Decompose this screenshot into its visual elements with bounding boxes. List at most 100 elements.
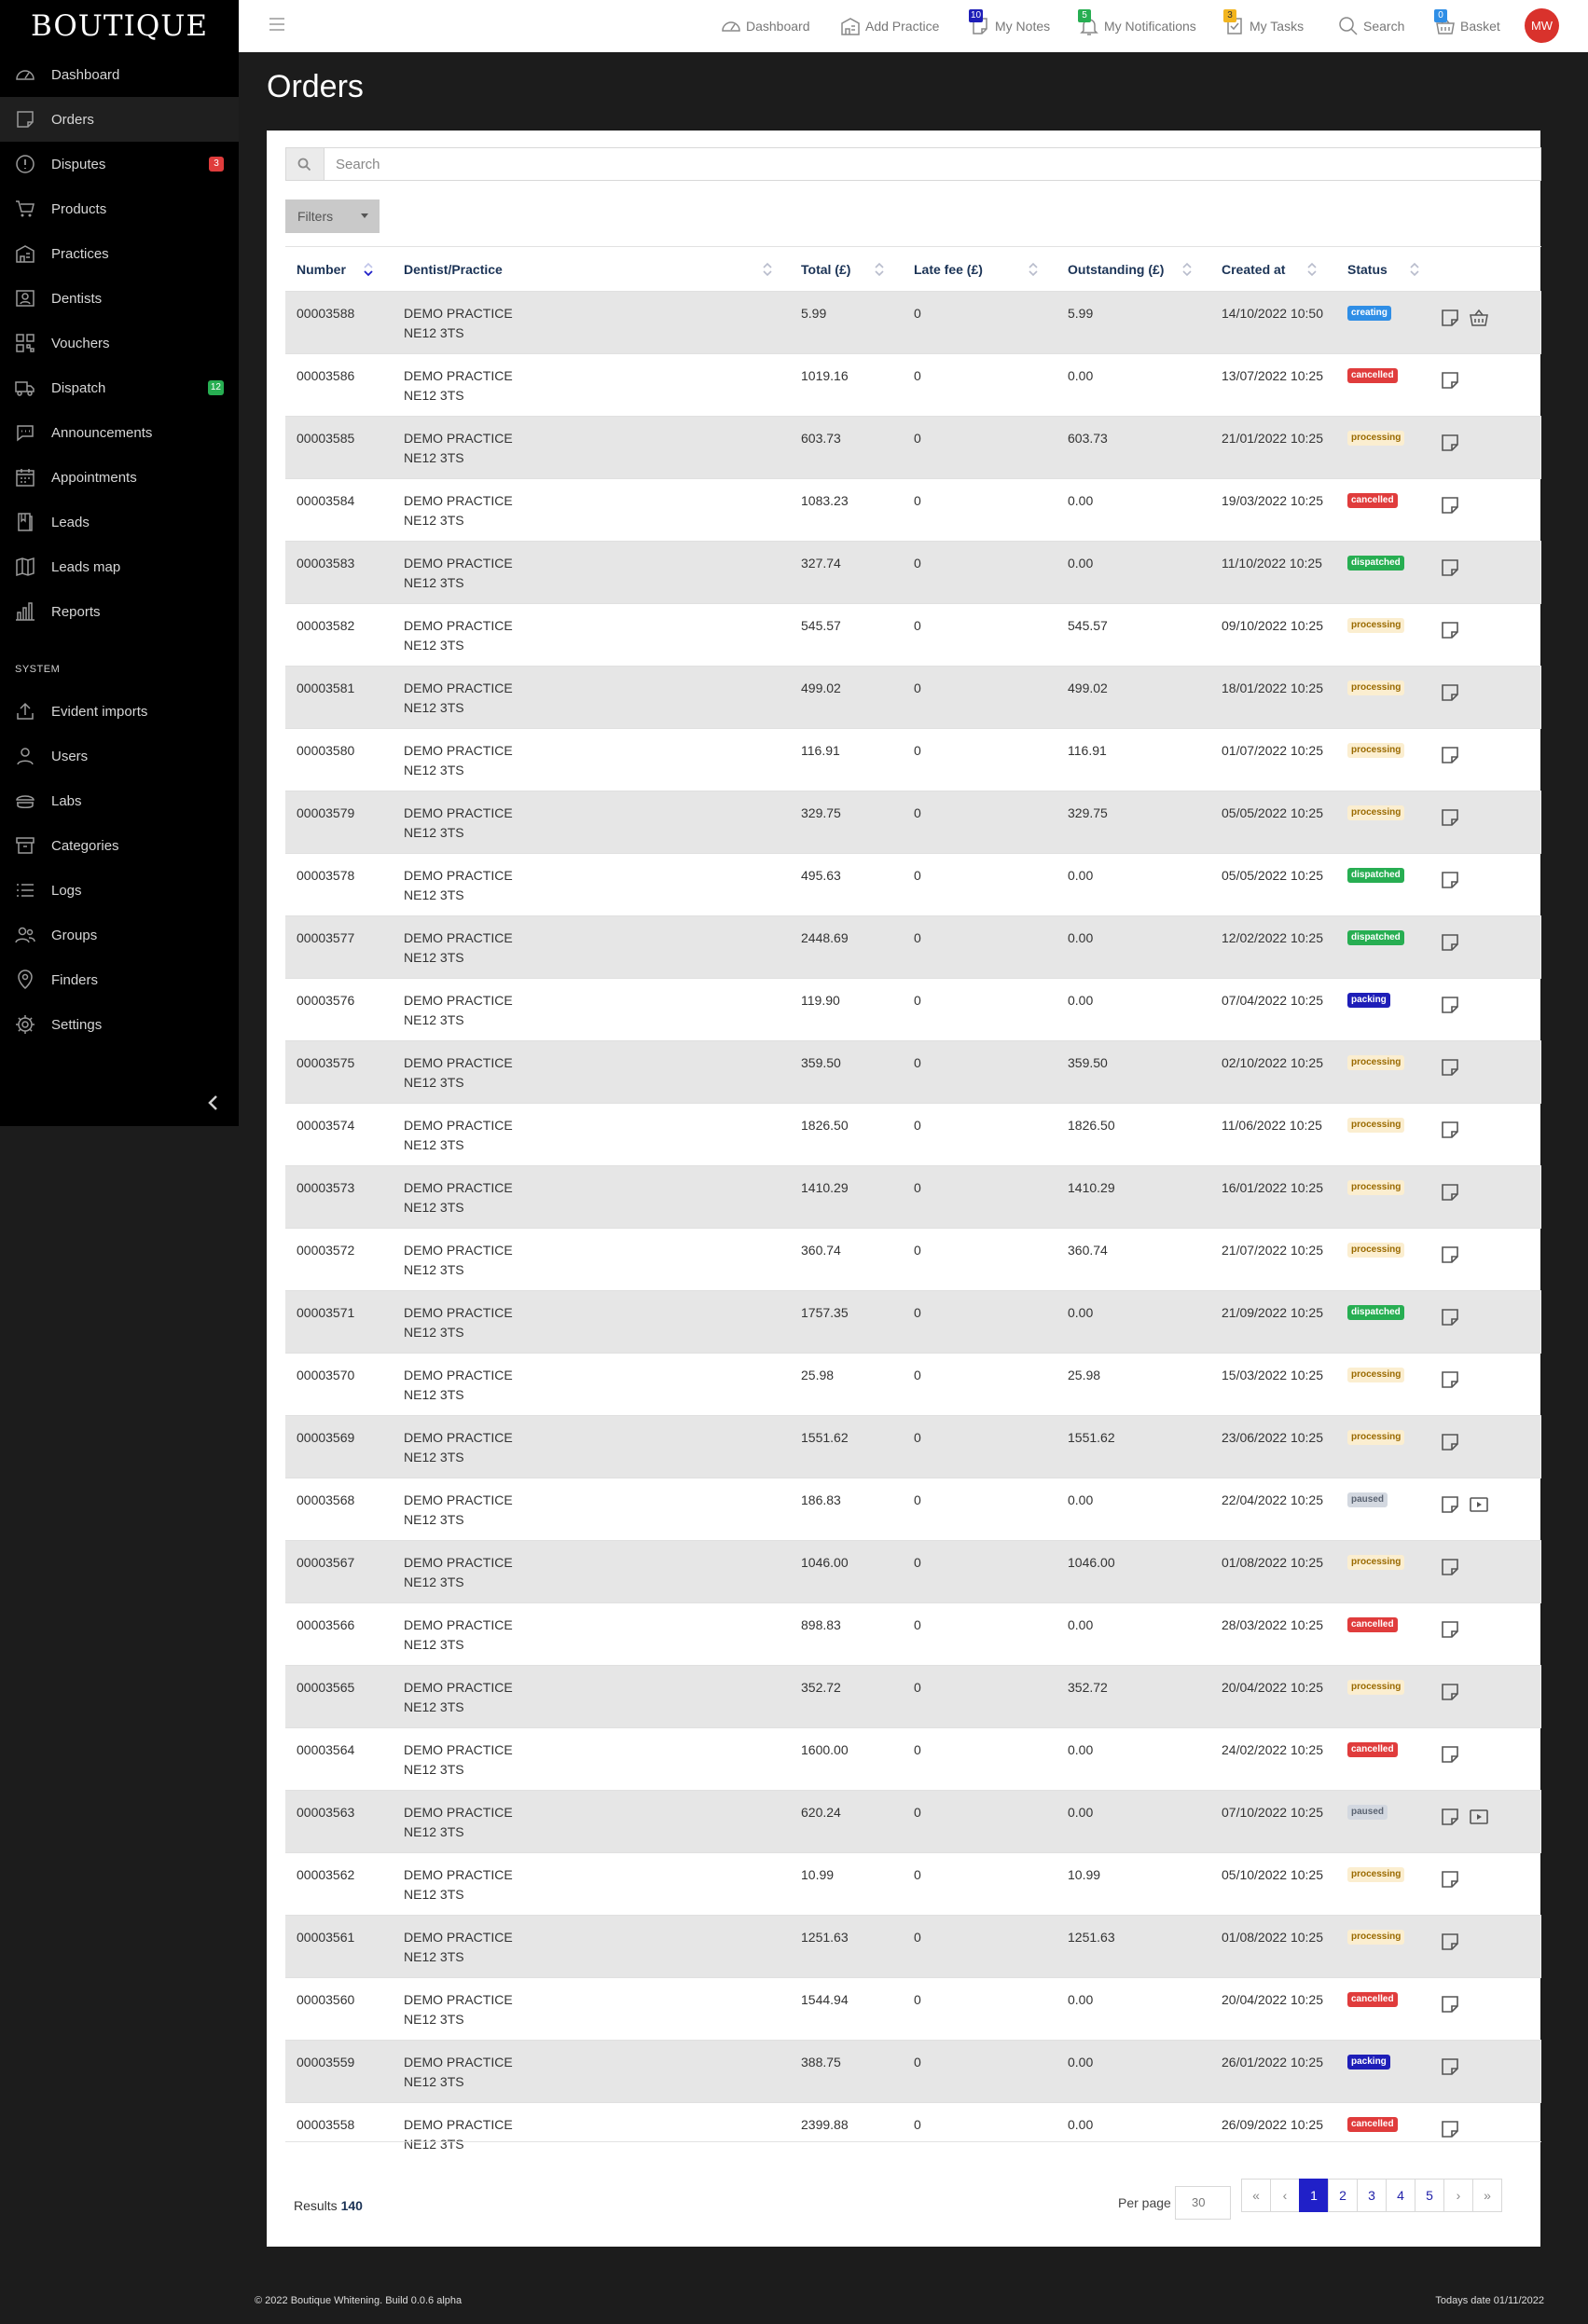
table-row[interactable]: 00003572 DEMO PRACTICE NE12 3TS 360.74 0 360.… xyxy=(285,1228,1541,1290)
table-row[interactable]: 00003571 DEMO PRACTICE NE12 3TS 1757.35 0 0.0… xyxy=(285,1290,1541,1353)
table-row[interactable]: 00003566 DEMO PRACTICE NE12 3TS 898.83 0 0.00… xyxy=(285,1602,1541,1665)
view-order-note-icon[interactable] xyxy=(1440,870,1460,890)
next-page-button[interactable]: › xyxy=(1443,2179,1473,2212)
table-row[interactable]: 00003568 DEMO PRACTICE NE12 3TS 186.83 0 0.00… xyxy=(285,1478,1541,1540)
sort-icon[interactable] xyxy=(873,262,886,277)
sidebar-item-users[interactable]: Users xyxy=(0,734,239,778)
top-my-notes-link[interactable]: My Notes 10 xyxy=(969,0,1050,52)
view-order-note-icon[interactable] xyxy=(1440,495,1460,516)
top-my-tasks-link[interactable]: My Tasks 3 xyxy=(1223,0,1304,52)
first-page-button[interactable]: « xyxy=(1241,2179,1271,2212)
view-order-note-icon[interactable] xyxy=(1440,557,1460,578)
header-total[interactable]: Total (£) xyxy=(801,248,850,291)
sort-icon[interactable] xyxy=(1181,262,1194,277)
sort-icon[interactable] xyxy=(1305,262,1319,277)
sidebar-item-settings[interactable]: Settings xyxy=(0,1002,239,1047)
top-search-link[interactable]: Search xyxy=(1337,0,1404,52)
basket-icon[interactable] xyxy=(1469,308,1489,328)
sort-icon[interactable] xyxy=(761,262,774,277)
header-late-fee[interactable]: Late fee (£) xyxy=(914,248,983,291)
view-order-note-icon[interactable] xyxy=(1440,1682,1460,1702)
view-order-note-icon[interactable] xyxy=(1440,745,1460,765)
table-row[interactable]: 00003562 DEMO PRACTICE NE12 3TS 10.99 0 10.99… xyxy=(285,1852,1541,1915)
view-order-note-icon[interactable] xyxy=(1440,1182,1460,1203)
view-order-note-icon[interactable] xyxy=(1440,1432,1460,1452)
table-row[interactable]: 00003575 DEMO PRACTICE NE12 3TS 359.50 0 359.… xyxy=(285,1040,1541,1103)
filters-button[interactable]: Filters xyxy=(285,199,380,233)
hamburger-menu-icon[interactable] xyxy=(269,18,284,31)
table-row[interactable]: 00003558 DEMO PRACTICE NE12 3TS 2399.88 0 0.0… xyxy=(285,2102,1541,2165)
table-row[interactable]: 00003560 DEMO PRACTICE NE12 3TS 1544.94 0 0.0… xyxy=(285,1977,1541,2040)
view-order-note-icon[interactable] xyxy=(1440,370,1460,391)
view-order-note-icon[interactable] xyxy=(1440,1807,1460,1827)
view-order-note-icon[interactable] xyxy=(1440,1057,1460,1078)
table-row[interactable]: 00003588 DEMO PRACTICE NE12 3TS 5.99 0 5.99 14… xyxy=(285,291,1541,353)
header-dentist-practice[interactable]: Dentist/Practice xyxy=(404,248,503,291)
table-row[interactable]: 00003582 DEMO PRACTICE NE12 3TS 545.57 0 545.… xyxy=(285,603,1541,666)
sidebar-item-vouchers[interactable]: Vouchers xyxy=(0,321,239,365)
top-add-practice-link[interactable]: Add Practice xyxy=(839,0,939,52)
view-order-note-icon[interactable] xyxy=(1440,1994,1460,2015)
page-5-button[interactable]: 5 xyxy=(1415,2179,1444,2212)
view-order-note-icon[interactable] xyxy=(1440,807,1460,828)
view-order-note-icon[interactable] xyxy=(1440,682,1460,703)
view-order-note-icon[interactable] xyxy=(1440,1120,1460,1140)
page-3-button[interactable]: 3 xyxy=(1357,2179,1387,2212)
table-row[interactable]: 00003559 DEMO PRACTICE NE12 3TS 388.75 0 0.00… xyxy=(285,2040,1541,2102)
sidebar-item-logs[interactable]: Logs xyxy=(0,868,239,913)
header-outstanding[interactable]: Outstanding (£) xyxy=(1068,248,1164,291)
sidebar-item-disputes[interactable]: Disputes 3 xyxy=(0,142,239,186)
sidebar-item-announcements[interactable]: Announcements xyxy=(0,410,239,455)
view-order-note-icon[interactable] xyxy=(1440,1557,1460,1577)
sidebar-item-finders[interactable]: Finders xyxy=(0,957,239,1002)
view-order-note-icon[interactable] xyxy=(1440,1619,1460,1640)
table-row[interactable]: 00003581 DEMO PRACTICE NE12 3TS 499.02 0 499.… xyxy=(285,666,1541,728)
table-row[interactable]: 00003567 DEMO PRACTICE NE12 3TS 1046.00 0 104… xyxy=(285,1540,1541,1602)
brand-logo[interactable]: BOUTIQUE xyxy=(0,0,239,52)
view-order-note-icon[interactable] xyxy=(1440,433,1460,453)
view-order-note-icon[interactable] xyxy=(1440,620,1460,640)
view-order-note-icon[interactable] xyxy=(1440,2119,1460,2139)
table-row[interactable]: 00003584 DEMO PRACTICE NE12 3TS 1083.23 0 0.0… xyxy=(285,478,1541,541)
sidebar-item-products[interactable]: Products xyxy=(0,186,239,231)
user-avatar[interactable]: MW xyxy=(1525,8,1559,43)
view-order-note-icon[interactable] xyxy=(1440,2056,1460,2077)
table-row[interactable]: 00003569 DEMO PRACTICE NE12 3TS 1551.62 0 155… xyxy=(285,1415,1541,1478)
sidebar-item-dashboard[interactable]: Dashboard xyxy=(0,52,239,97)
page-2-button[interactable]: 2 xyxy=(1328,2179,1358,2212)
sidebar-item-labs[interactable]: Labs xyxy=(0,778,239,823)
per-page-input[interactable]: 30 xyxy=(1175,2186,1231,2220)
header-created-at[interactable]: Created at xyxy=(1222,248,1285,291)
view-order-note-icon[interactable] xyxy=(1440,1744,1460,1765)
top-my-notifications-link[interactable]: My Notifications 5 xyxy=(1078,0,1196,52)
last-page-button[interactable]: » xyxy=(1472,2179,1502,2212)
sidebar-item-dentists[interactable]: Dentists xyxy=(0,276,239,321)
sidebar-item-appointments[interactable]: Appointments xyxy=(0,455,239,500)
page-1-button[interactable]: 1 xyxy=(1299,2179,1329,2212)
top-basket-link[interactable]: Basket 0 xyxy=(1434,0,1500,52)
view-order-note-icon[interactable] xyxy=(1440,1494,1460,1515)
sidebar-item-dispatch[interactable]: Dispatch 12 xyxy=(0,365,239,410)
view-order-note-icon[interactable] xyxy=(1440,1369,1460,1390)
table-row[interactable]: 00003576 DEMO PRACTICE NE12 3TS 119.90 0 0.00… xyxy=(285,978,1541,1040)
sort-icon[interactable] xyxy=(1408,262,1421,277)
table-row[interactable]: 00003574 DEMO PRACTICE NE12 3TS 1826.50 0 182… xyxy=(285,1103,1541,1165)
resume-play-icon[interactable] xyxy=(1469,1807,1489,1827)
view-order-note-icon[interactable] xyxy=(1440,932,1460,953)
sidebar-item-reports[interactable]: Reports xyxy=(0,589,239,634)
header-number[interactable]: Number xyxy=(297,248,346,291)
sort-desc-icon[interactable] xyxy=(362,262,375,277)
header-status[interactable]: Status xyxy=(1347,248,1388,291)
sidebar-item-categories[interactable]: Categories xyxy=(0,823,239,868)
table-row[interactable]: 00003580 DEMO PRACTICE NE12 3TS 116.91 0 116.… xyxy=(285,728,1541,791)
table-row[interactable]: 00003586 DEMO PRACTICE NE12 3TS 1019.16 0 0.0… xyxy=(285,353,1541,416)
view-order-note-icon[interactable] xyxy=(1440,1869,1460,1890)
view-order-note-icon[interactable] xyxy=(1440,995,1460,1015)
table-row[interactable]: 00003563 DEMO PRACTICE NE12 3TS 620.24 0 0.00… xyxy=(285,1790,1541,1852)
search-input[interactable] xyxy=(325,148,1540,180)
table-row[interactable]: 00003577 DEMO PRACTICE NE12 3TS 2448.69 0 0.0… xyxy=(285,915,1541,978)
table-row[interactable]: 00003585 DEMO PRACTICE NE12 3TS 603.73 0 603.… xyxy=(285,416,1541,478)
resume-play-icon[interactable] xyxy=(1469,1494,1489,1515)
table-row[interactable]: 00003578 DEMO PRACTICE NE12 3TS 495.63 0 0.00… xyxy=(285,853,1541,915)
table-row[interactable]: 00003565 DEMO PRACTICE NE12 3TS 352.72 0 352.… xyxy=(285,1665,1541,1727)
